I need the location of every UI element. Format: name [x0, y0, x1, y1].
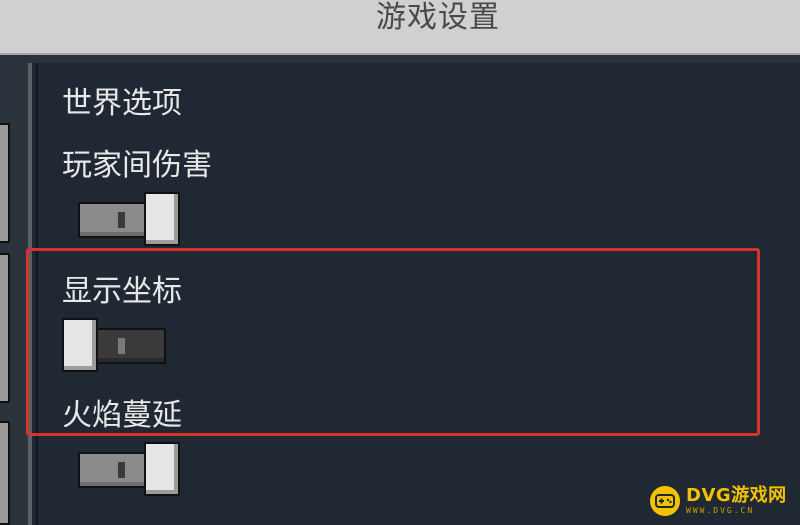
watermark-url: WWW.DVG.CN [686, 506, 755, 515]
sidebar [0, 63, 32, 525]
window-title: 游戏设置 [376, 0, 500, 35]
toggle-indicator [118, 212, 125, 228]
sidebar-tab[interactable] [0, 421, 10, 525]
watermark: DVG游戏网 WWW.DVG.CN [650, 482, 787, 520]
section-heading: 世界选项 [62, 86, 182, 121]
toggle-knob[interactable] [144, 442, 180, 496]
gamepad-icon [650, 486, 680, 516]
show-coordinates-toggle[interactable] [62, 318, 166, 372]
toggle-indicator [118, 338, 125, 354]
title-bar: 游戏设置 [0, 0, 800, 55]
toggle-knob[interactable] [144, 192, 180, 246]
title-separator [0, 55, 800, 63]
sidebar-tab[interactable] [0, 123, 10, 243]
watermark-brand: DVG游戏网 [686, 485, 787, 506]
pvp-toggle[interactable] [78, 192, 182, 246]
setting-label-fire-spreads: 火焰蔓延 [62, 398, 182, 433]
toggle-indicator [118, 462, 125, 478]
setting-label-show-coordinates: 显示坐标 [62, 274, 182, 309]
toggle-knob[interactable] [62, 318, 98, 372]
setting-label-pvp: 玩家间伤害 [62, 148, 212, 183]
fire-spreads-toggle[interactable] [78, 442, 182, 496]
sidebar-tab[interactable] [0, 253, 10, 403]
